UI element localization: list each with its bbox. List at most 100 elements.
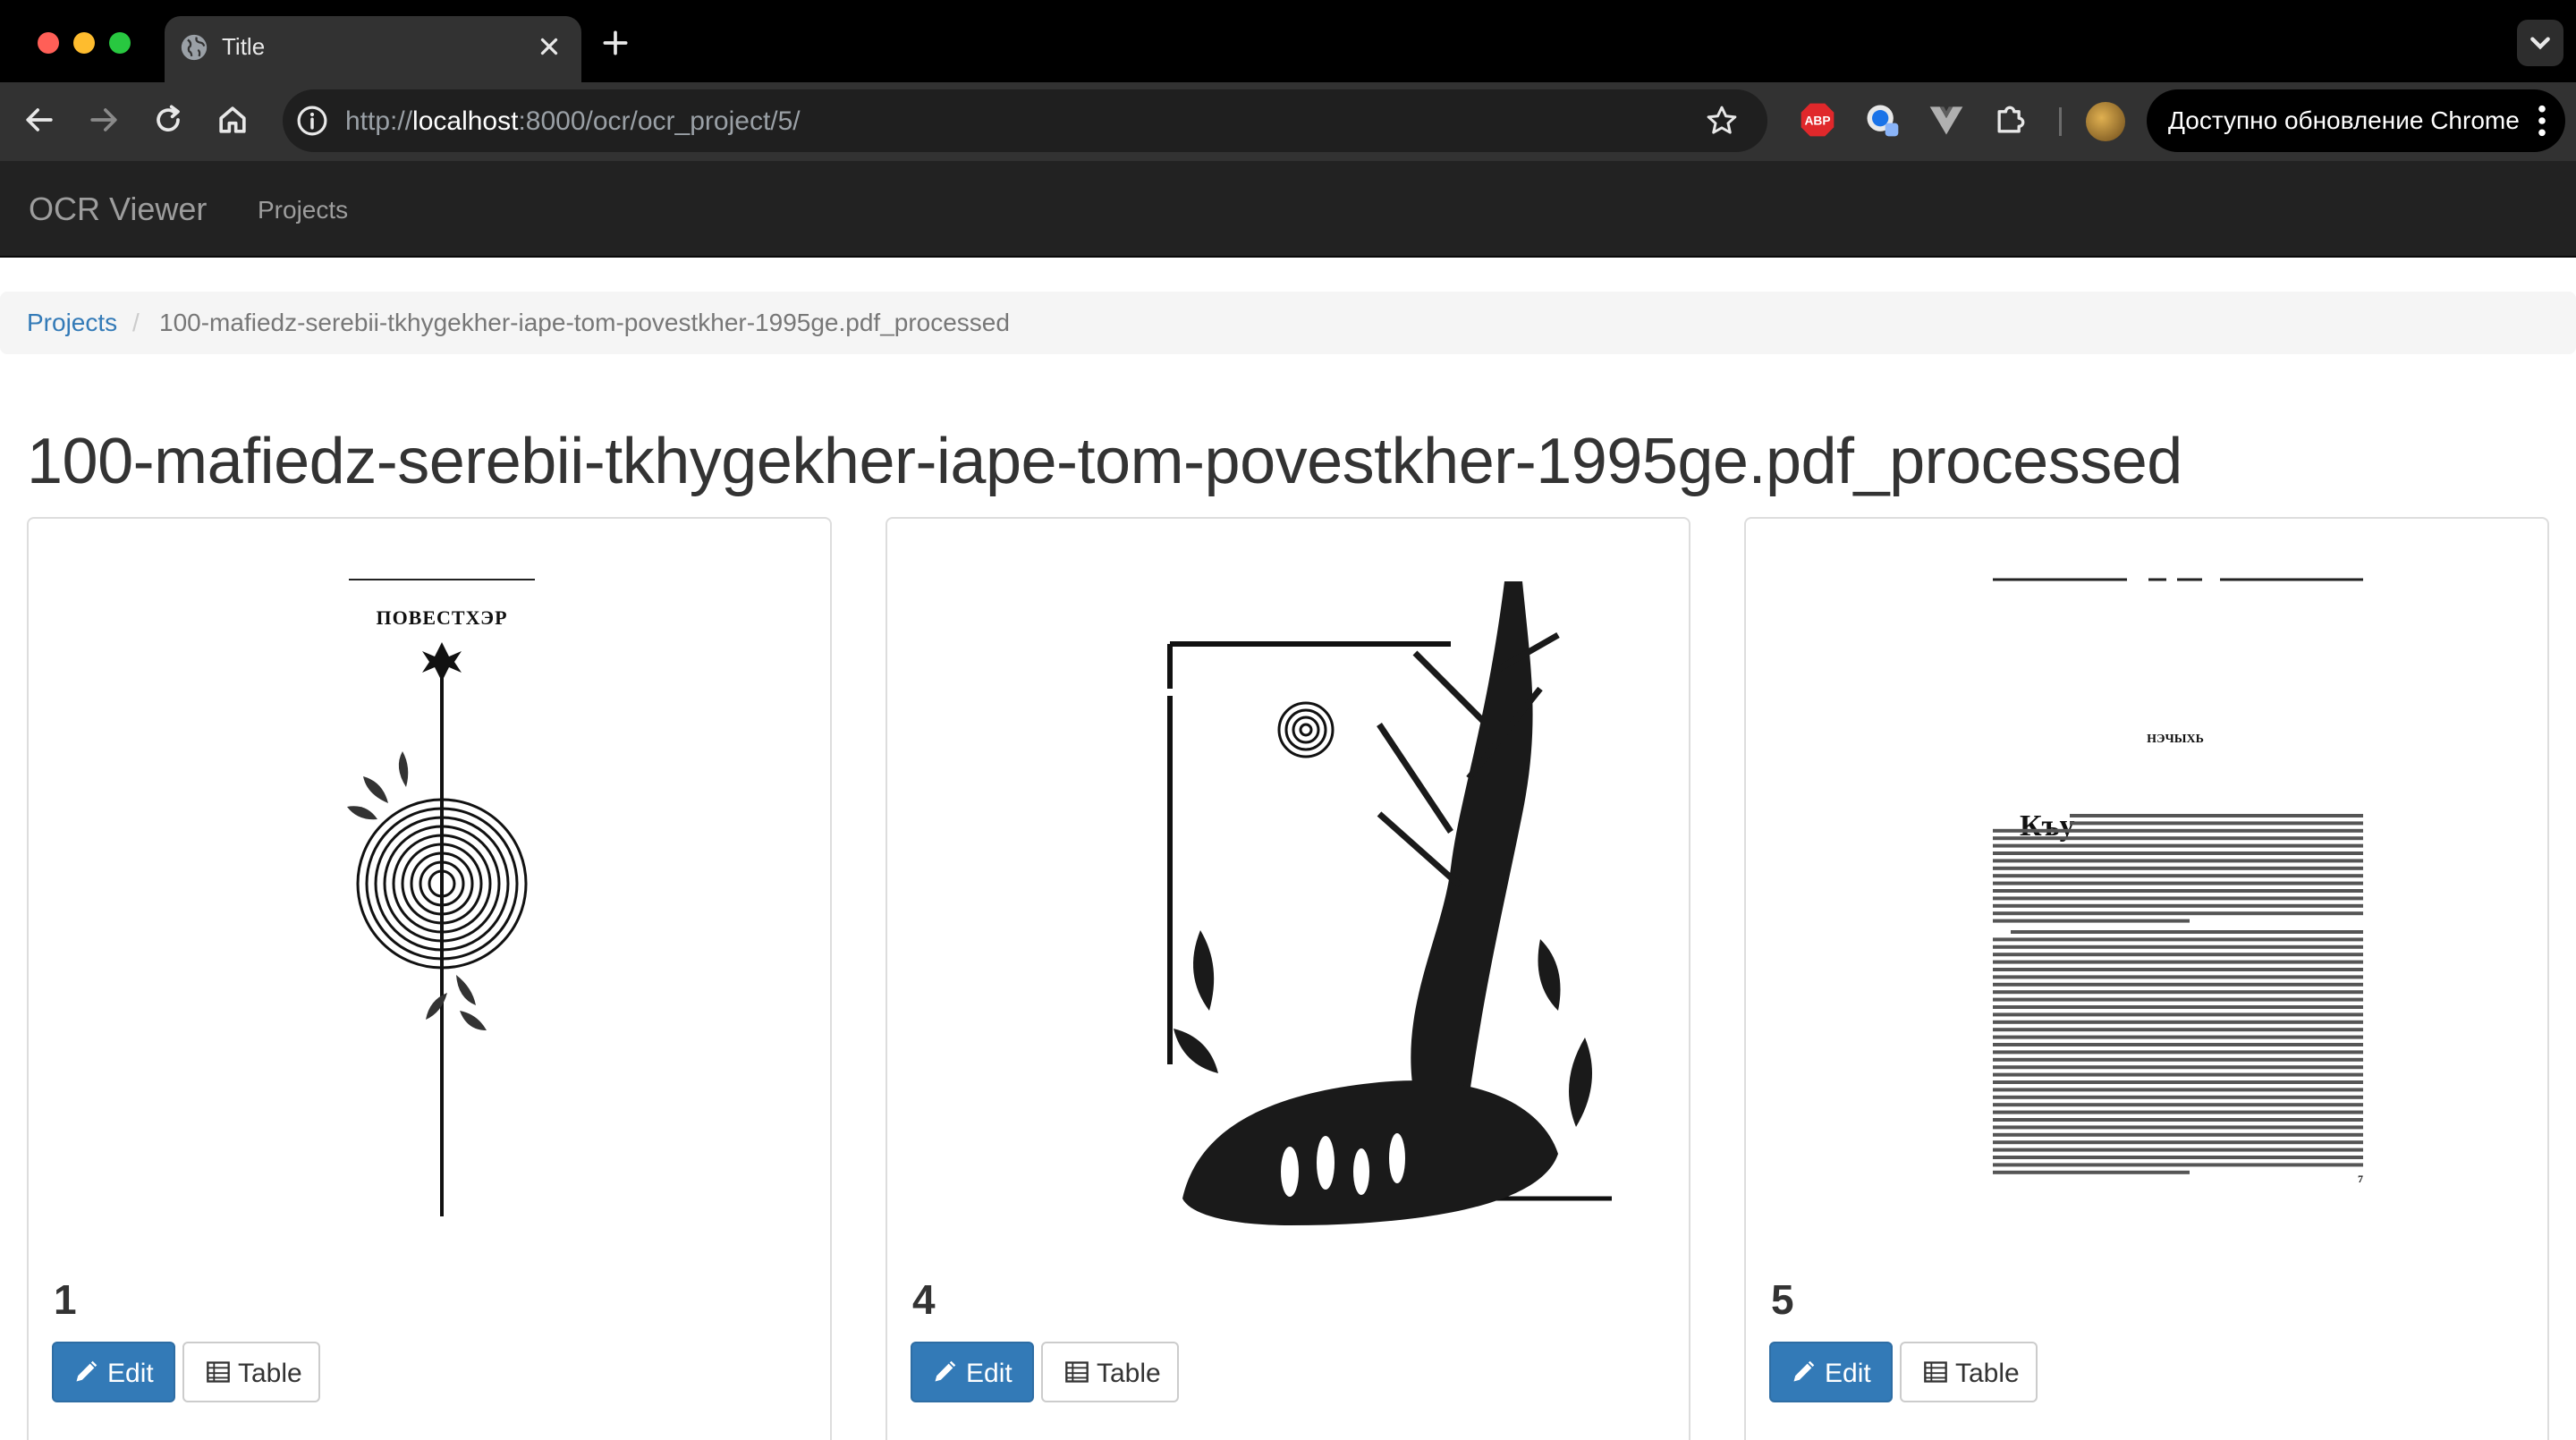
tab-title: Title [222,33,266,60]
maximize-window-button[interactable] [109,32,131,54]
scan-text-line [1993,1170,2190,1174]
scan-text-line [1993,960,2363,964]
scan-text-line [1993,843,2363,848]
chrome-update-button[interactable]: Доступно обновление Chrome [2147,89,2565,152]
scan-text-line [1993,1156,2363,1159]
scan-text-line [1993,859,2363,863]
toolbar-separator [2059,107,2062,136]
scan-text-line [1993,1148,2363,1152]
scan-text-line [1993,1163,2363,1167]
scan-text-line [1993,1035,2363,1039]
browser-toolbar: http://localhost:8000/ocr/ocr_project/5/… [0,82,2576,161]
edit-button[interactable]: Edit [1769,1342,1893,1402]
pencil-icon [1793,1360,1815,1382]
scan-text-line [1993,1118,2363,1122]
breadcrumb-current: 100-mafiedz-serebii-tkhygekher-iape-tom-… [159,309,1010,336]
close-window-button[interactable] [38,32,59,54]
scan-text-line [2070,814,2363,817]
scan-text-line [1993,1028,2363,1032]
table-icon [1065,1361,1089,1383]
page-number: 5 [1771,1276,1794,1323]
new-tab-icon[interactable] [597,25,633,61]
edit-button[interactable]: Edit [911,1342,1034,1402]
scan-text-line [1993,866,2363,870]
scan-text-line [1993,1103,2363,1107]
navbar-brand[interactable]: OCR Viewer [29,191,207,227]
scan-text-line [1993,903,2363,908]
browser-tab-bar: Title [0,0,2576,82]
scan-text-line [1993,1020,2363,1024]
close-tab-icon[interactable] [533,30,565,63]
table-button[interactable]: Table [1041,1342,1179,1402]
scan-text-line [1993,1080,2363,1084]
pencil-icon [76,1360,97,1382]
scan-text-line [1993,1072,2363,1077]
vuejs-devtools-icon[interactable] [1927,100,1966,140]
scan-text-line [1993,975,2363,979]
tab-search-button[interactable] [2517,20,2563,66]
scan-text-line [1993,1005,2363,1009]
scan-text-line [2011,930,2363,934]
globe-icon [181,34,208,61]
page-thumbnail[interactable] [914,546,1662,1252]
site-info-icon[interactable] [293,102,331,140]
page-card: 4 Edit Table [886,517,1690,1440]
scan-text-line [1993,828,2363,833]
browser-tab[interactable]: Title [165,16,581,82]
page-thumbnail[interactable]: НЭЧЫХЬ Къу 7 [1773,546,2521,1252]
scan-text-line [2070,821,2363,826]
scan-heading: ПОВЕСТХЭР [376,606,507,629]
table-button[interactable]: Table [1900,1342,2038,1402]
scan-text-line [1993,1065,2363,1070]
scan-text-line [1993,1088,2363,1092]
pencil-icon [935,1360,956,1382]
scan-text-line [1993,990,2363,995]
translate-icon[interactable] [1862,100,1902,140]
svg-text:ABP: ABP [1804,114,1830,128]
scan-text-line [1993,937,2363,942]
back-icon[interactable] [20,100,59,140]
breadcrumb-separator: / [132,309,140,336]
navbar: OCR Viewer Projects [0,161,2576,258]
scan-text-line [1993,1140,2363,1145]
page-card: ПОВЕСТХЭР 1 Edit Table [27,517,832,1440]
scan-text-line [1993,1132,2363,1137]
scan-text-line [1993,1050,2363,1055]
scan-text-line [1993,1095,2363,1099]
scan-text-line [1993,881,2363,885]
scan-text-line [1993,1057,2363,1062]
nav-link-projects[interactable]: Projects [258,195,348,225]
page-title: 100-mafiedz-serebii-tkhygekher-iape-tom-… [27,426,2182,497]
table-icon [1924,1361,1947,1383]
bookmark-star-icon[interactable] [1703,102,1741,140]
scan-text-line [1993,874,2363,878]
scan-text-line [1993,889,2363,893]
scan-text-line [1993,896,2363,901]
adblock-plus-icon[interactable]: ABP [1798,100,1837,140]
forward-icon[interactable] [84,100,123,140]
scan-text-line [1993,919,2190,923]
chevron-down-icon [2530,37,2550,50]
scan-text-line [1993,1043,2363,1046]
breadcrumb-projects-link[interactable]: Projects [27,308,117,338]
minimize-window-button[interactable] [73,32,95,54]
more-vert-icon [2538,105,2546,137]
page-thumbnail[interactable]: ПОВЕСТХЭР [55,546,803,1252]
profile-avatar[interactable] [2086,102,2125,141]
reload-icon[interactable] [148,100,188,140]
edit-button[interactable]: Edit [52,1342,175,1402]
address-bar[interactable]: http://localhost:8000/ocr/ocr_project/5/ [283,89,1767,152]
scan-text-line [1993,944,2363,949]
page-card: НЭЧЫХЬ Къу 7 5 Edit Table [1744,517,2549,1440]
web-page: OCR Viewer Projects Projects / 100-mafie… [0,161,2576,1440]
table-button[interactable]: Table [182,1342,320,1402]
home-icon[interactable] [213,100,252,140]
scan-text-line [1993,968,2363,971]
scan-text-line [1993,911,2363,916]
page-number: 4 [912,1276,936,1323]
scan-text-line [1993,836,2363,841]
puzzle-icon[interactable] [1991,100,2030,140]
page-number: 1 [54,1276,77,1323]
table-icon [207,1361,230,1383]
scan-text-line [1993,1125,2363,1130]
